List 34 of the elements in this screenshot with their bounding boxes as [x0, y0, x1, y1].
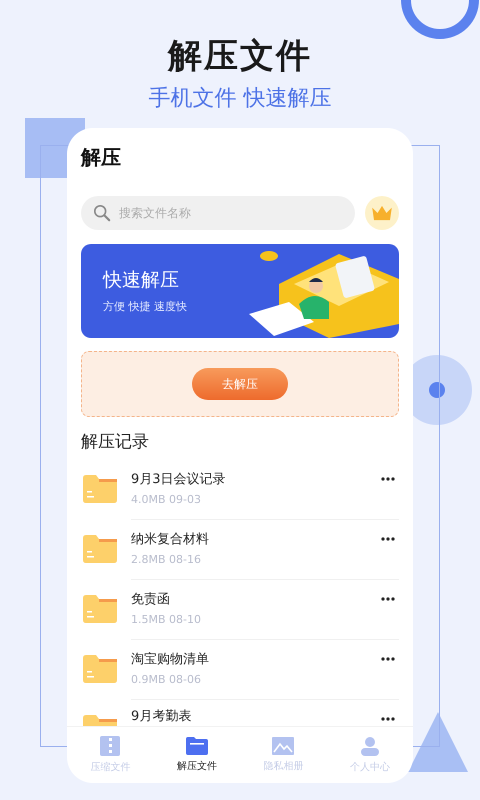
more-icon[interactable]	[381, 537, 395, 541]
search-icon	[93, 204, 111, 222]
folder-icon	[83, 475, 117, 503]
file-name[interactable]: 纳米复合材料	[131, 530, 399, 548]
file-name[interactable]: 9月考勤表	[131, 708, 399, 725]
file-meta: 0.9MB 08-06	[131, 672, 202, 686]
more-icon[interactable]	[381, 657, 395, 661]
banner-title: 快速解压	[103, 268, 180, 292]
file-meta: 2.8MB 08-16	[131, 552, 202, 566]
file-name[interactable]: 免责函	[131, 590, 399, 608]
image-icon	[272, 737, 294, 755]
banner-tagline: 方便 快捷 速度快	[103, 300, 187, 314]
tab[interactable]: 解压文件	[154, 727, 240, 783]
triangle-decoration	[408, 712, 468, 772]
file-meta: 1.5MB 08-10	[131, 612, 202, 626]
file-meta: 4.0MB 09-03	[131, 492, 202, 506]
folder-icon	[186, 737, 208, 755]
file-name[interactable]: 淘宝购物清单	[131, 650, 399, 668]
screen-title: 解压	[81, 144, 122, 170]
subtitle: 手机文件 快速解压	[148, 85, 332, 113]
search-field[interactable]: 搜索文件名称	[81, 196, 355, 230]
headline: 解压文件	[168, 35, 312, 77]
crown-icon	[371, 205, 393, 221]
more-icon[interactable]	[381, 717, 395, 721]
more-icon[interactable]	[381, 477, 395, 481]
folder-icon	[83, 595, 117, 623]
zipper-file-icon	[100, 736, 120, 756]
section-title: 解压记录	[81, 431, 150, 453]
folder-icon	[83, 535, 117, 563]
file-name[interactable]: 9月3日会议记录	[131, 470, 399, 488]
folder-icon	[83, 655, 117, 683]
more-icon[interactable]	[381, 597, 395, 601]
person-icon	[360, 736, 380, 756]
promo-banner[interactable]: 快速解压 方便 快捷 速度快	[81, 244, 399, 338]
